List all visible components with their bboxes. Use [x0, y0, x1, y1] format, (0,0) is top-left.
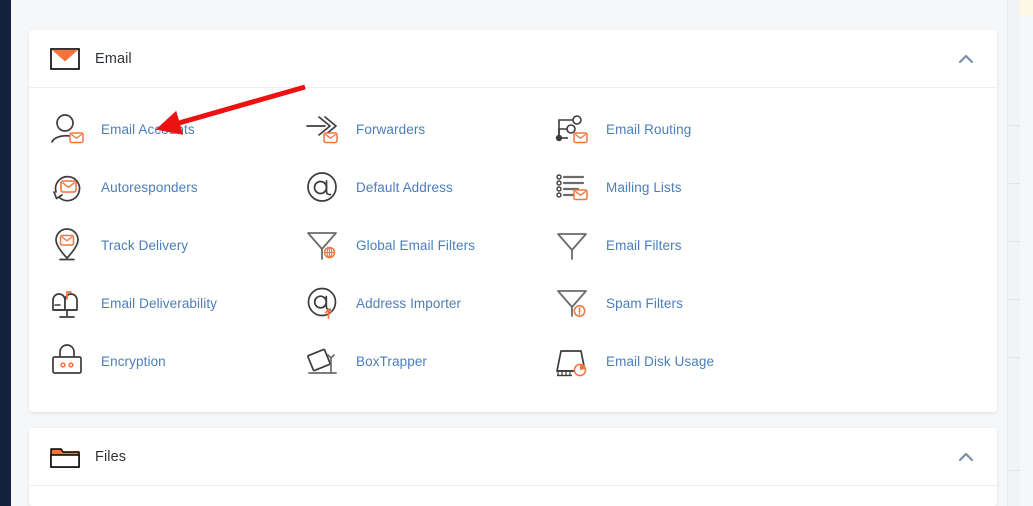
- global-email-filters-icon: [304, 226, 342, 264]
- section-title-files: Files: [95, 448, 127, 465]
- item-label: Email Filters: [606, 237, 682, 253]
- item-boxtrapper[interactable]: BoxTrapper: [304, 332, 554, 390]
- item-address-importer[interactable]: Address Importer: [304, 274, 554, 332]
- item-forwarders[interactable]: Forwarders: [304, 100, 554, 158]
- folder-icon: [49, 441, 81, 473]
- left-nav-rail: [0, 0, 11, 506]
- email-deliverability-icon: [49, 284, 87, 322]
- page-scrollbar[interactable]: [1007, 0, 1020, 506]
- cpanel-page: Email Email Accounts Forwarders Email Ro…: [0, 0, 1033, 506]
- section-title-email: Email: [95, 50, 132, 67]
- item-label: Default Address: [356, 179, 453, 195]
- forwarders-icon: [304, 110, 342, 148]
- item-track-delivery[interactable]: Track Delivery: [49, 216, 304, 274]
- encryption-icon: [49, 342, 87, 380]
- item-encryption[interactable]: Encryption: [49, 332, 304, 390]
- item-autoresponders[interactable]: Autoresponders: [49, 158, 304, 216]
- section-header-email[interactable]: Email: [29, 30, 997, 88]
- email-accounts-icon: [49, 110, 87, 148]
- section-card-files: Files: [29, 428, 997, 506]
- section-header-files[interactable]: Files: [29, 428, 997, 486]
- item-label: Mailing Lists: [606, 179, 682, 195]
- item-email-accounts[interactable]: Email Accounts: [49, 100, 304, 158]
- section-card-email: Email Email Accounts Forwarders Email Ro…: [29, 30, 997, 412]
- track-delivery-icon: [49, 226, 87, 264]
- email-filters-icon: [554, 226, 592, 264]
- item-label: Email Disk Usage: [606, 353, 715, 369]
- item-email-deliverability[interactable]: Email Deliverability: [49, 274, 304, 332]
- item-label: Spam Filters: [606, 295, 683, 311]
- autoresponders-icon: [49, 168, 87, 206]
- item-label: Email Deliverability: [101, 295, 218, 311]
- address-importer-icon: [304, 284, 342, 322]
- email-routing-icon: [554, 110, 592, 148]
- item-label: Email Routing: [606, 121, 692, 137]
- item-mailing-lists[interactable]: Mailing Lists: [554, 158, 977, 216]
- chevron-up-icon[interactable]: [957, 50, 975, 68]
- item-label: Address Importer: [356, 295, 462, 311]
- email-items-grid: Email Accounts Forwarders Email Routing …: [29, 88, 997, 400]
- envelope-icon: [49, 43, 81, 75]
- item-label: Autoresponders: [101, 179, 198, 195]
- page-scroll-area[interactable]: Email Email Accounts Forwarders Email Ro…: [11, 0, 1020, 506]
- item-label: Email Accounts: [101, 121, 195, 137]
- email-disk-usage-icon: [554, 342, 592, 380]
- item-label: Global Email Filters: [356, 237, 476, 253]
- item-default-address[interactable]: Default Address: [304, 158, 554, 216]
- item-spam-filters[interactable]: Spam Filters: [554, 274, 977, 332]
- item-label: Forwarders: [356, 121, 426, 137]
- item-global-email-filters[interactable]: Global Email Filters: [304, 216, 554, 274]
- item-email-routing[interactable]: Email Routing: [554, 100, 977, 158]
- item-email-filters[interactable]: Email Filters: [554, 216, 977, 274]
- item-email-disk-usage[interactable]: Email Disk Usage: [554, 332, 977, 390]
- item-label: Track Delivery: [101, 237, 189, 253]
- item-label: Encryption: [101, 353, 166, 369]
- item-label: BoxTrapper: [356, 353, 428, 369]
- mailing-lists-icon: [554, 168, 592, 206]
- chevron-up-icon[interactable]: [957, 448, 975, 466]
- default-address-icon: [304, 168, 342, 206]
- boxtrapper-icon: [304, 342, 342, 380]
- spam-filters-icon: [554, 284, 592, 322]
